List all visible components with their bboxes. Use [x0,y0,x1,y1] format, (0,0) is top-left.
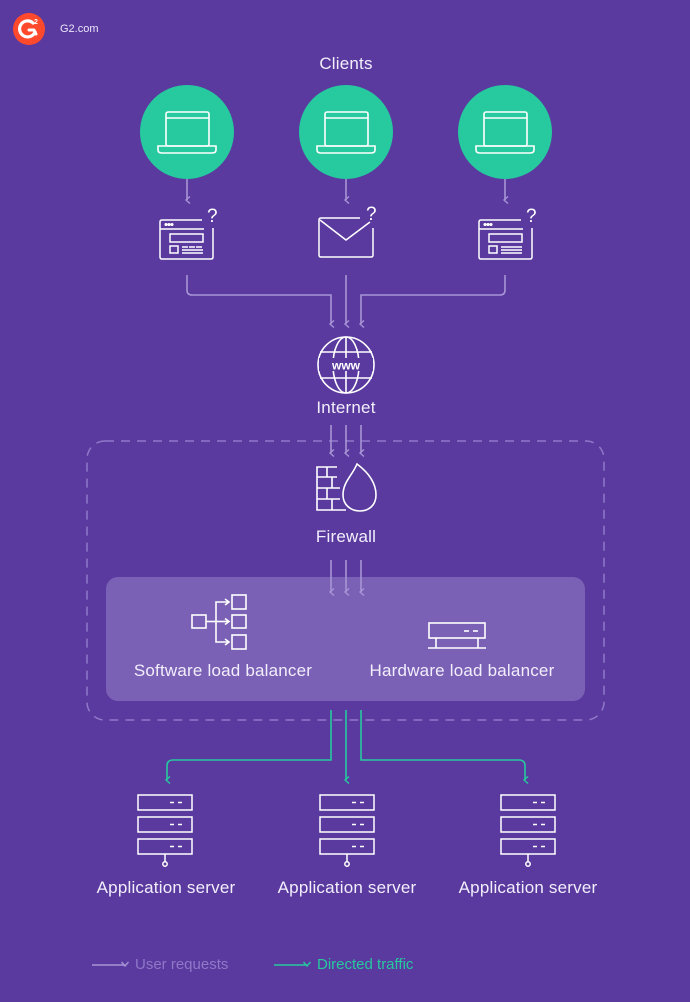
envelope-icon [318,217,374,258]
user-request-arrow [186,275,331,324]
legend-user-requests-label: User requests [135,956,229,973]
browser-window-icon [478,219,533,260]
client-1 [140,85,234,179]
globe-www-text: www [331,359,361,373]
application-server-label: Application server [277,878,417,897]
load-balancing-diagram: ? ? ? www [86,85,605,1002]
application-server-label: Application server [96,878,236,897]
client-circle [299,85,393,179]
client-2 [299,85,393,179]
application-server-label: Application server [458,878,598,897]
internet-label: Internet [316,398,376,417]
load-balancer-panel [106,577,585,701]
client-circle [458,85,552,179]
legend-directed-traffic-label: Directed traffic [317,956,414,973]
server-stack-icon [500,794,556,867]
firewall-icon [316,462,377,512]
client-3 [458,85,552,179]
server-stack-icon [137,794,193,867]
software-load-balancer-label: Software load balancer [133,661,313,680]
firewall-label: Firewall [315,527,377,546]
user-request-arrow [361,275,506,324]
question-mark-icon: ? [366,204,377,225]
clients-title: Clients [319,54,373,73]
client-circle [140,85,234,179]
question-mark-icon: ? [207,206,218,227]
hardware-load-balancer-label: Hardware load balancer [369,661,555,680]
server-stack-icon [319,794,375,867]
question-mark-icon: ? [526,206,537,227]
browser-window-icon [159,219,214,260]
